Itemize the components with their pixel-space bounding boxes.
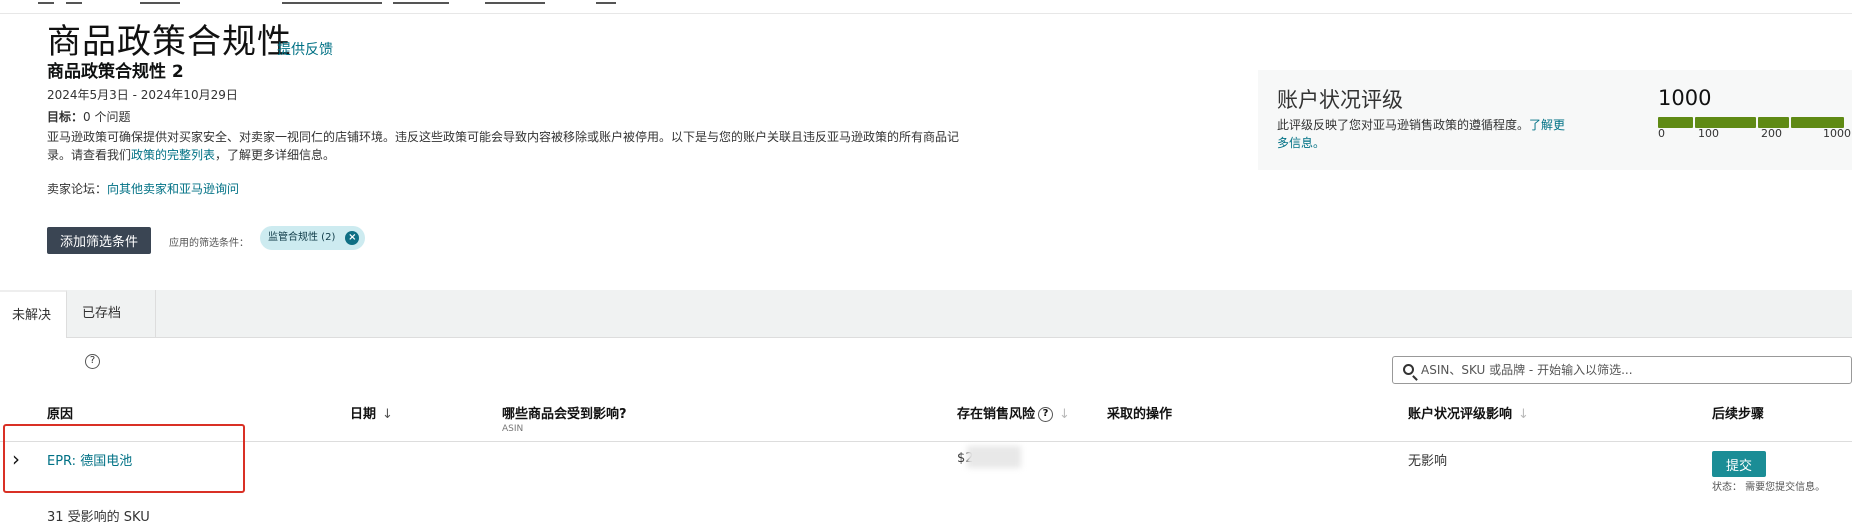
column-next-steps: 后续步骤 bbox=[1712, 407, 1765, 422]
target-line: 目标：0 个问题 bbox=[47, 108, 130, 125]
row-status: 状态： 需要您提交信息。 bbox=[1712, 482, 1826, 493]
help-icon[interactable]: ? bbox=[1038, 407, 1054, 422]
column-date-label: 日期 bbox=[350, 407, 377, 422]
column-reason: 原因 bbox=[47, 407, 74, 422]
highlight-box bbox=[3, 424, 245, 493]
tab-unresolved[interactable]: 未解决 bbox=[0, 290, 67, 338]
affected-sku-count: 31 受影响的 SKU bbox=[47, 510, 150, 525]
seller-forum: 卖家论坛：向其他卖家和亚马逊询问 bbox=[47, 180, 239, 197]
forum-link[interactable]: 向其他卖家和亚马逊询问 bbox=[107, 182, 239, 196]
column-impact-label: 账户状况评级影响 bbox=[1408, 407, 1513, 422]
tick-label: 200 bbox=[1761, 127, 1782, 140]
nav-item-cut[interactable] bbox=[38, 0, 54, 4]
close-icon[interactable]: × bbox=[345, 231, 360, 245]
search-icon bbox=[1403, 364, 1414, 375]
tab-bar: 未解决 已存档 ? bbox=[0, 290, 1852, 369]
sort-down-icon[interactable]: ↓ bbox=[1059, 407, 1070, 422]
add-filter-button[interactable]: 添加筛选条件 bbox=[47, 227, 151, 254]
filter-chip[interactable]: 监管合规性 (2) × bbox=[260, 226, 366, 250]
column-date[interactable]: 日期 ↓ bbox=[350, 403, 393, 422]
column-risk[interactable]: 存在销售风险? ↓ bbox=[957, 403, 1070, 422]
column-products-sub: ASIN bbox=[502, 424, 524, 434]
column-products: 哪些商品会受到影响? ASIN bbox=[502, 403, 627, 434]
nav-item-cut[interactable] bbox=[140, 0, 180, 4]
tick-label: 100 bbox=[1698, 127, 1719, 140]
date-range: 2024年5月3日 - 2024年10月29日 bbox=[47, 88, 238, 102]
score-ticks: 0 100 200 1000 bbox=[1658, 127, 1852, 141]
health-description: 此评级反映了您对亚马逊销售政策的遵循程度。了解更多信息。 bbox=[1277, 116, 1567, 152]
redacted-amount bbox=[967, 446, 1021, 468]
column-impact[interactable]: 账户状况评级影响 ↓ bbox=[1408, 403, 1529, 422]
help-icon[interactable]: ? bbox=[85, 354, 100, 369]
applied-filters-label: 应用的筛选条件： bbox=[169, 238, 249, 249]
submit-button[interactable]: 提交 bbox=[1712, 451, 1766, 477]
target-value: 0 个问题 bbox=[83, 110, 131, 124]
page-subtitle: 商品政策合规性 2 bbox=[47, 62, 184, 82]
nav-item-cut[interactable] bbox=[66, 0, 82, 4]
column-products-label: 哪些商品会受到影响? bbox=[502, 407, 627, 422]
health-description-text: 此评级反映了您对亚马逊销售政策的遵循程度。 bbox=[1277, 118, 1530, 132]
tab-archived[interactable]: 已存档 ? bbox=[70, 290, 156, 369]
target-label: 目标： bbox=[47, 110, 84, 124]
impact-value: 无影响 bbox=[1408, 454, 1448, 469]
tab-archived-label: 已存档 bbox=[82, 306, 122, 321]
column-risk-label: 存在销售风险 bbox=[957, 407, 1036, 422]
search-box[interactable] bbox=[1392, 356, 1852, 384]
feedback-link[interactable]: 提供反馈 bbox=[277, 39, 333, 59]
search-input[interactable] bbox=[1421, 357, 1841, 383]
sort-down-icon[interactable]: ↓ bbox=[1518, 407, 1529, 422]
nav-item-cut[interactable] bbox=[485, 0, 545, 4]
account-health-panel: 账户状况评级 此评级反映了您对亚马逊销售政策的遵循程度。了解更多信息。 1000… bbox=[1258, 70, 1852, 170]
description-end: ，了解更多详细信息。 bbox=[215, 148, 336, 162]
tick-label: 1000 bbox=[1823, 127, 1851, 140]
sort-down-icon[interactable]: ↓ bbox=[382, 407, 393, 422]
table-header-divider bbox=[0, 441, 1852, 442]
policy-list-link[interactable]: 政策的完整列表 bbox=[131, 148, 215, 162]
nav-item-cut[interactable] bbox=[282, 0, 382, 4]
nav-item-cut[interactable] bbox=[596, 0, 616, 4]
filter-chip-label: 监管合规性 (2) bbox=[268, 232, 336, 243]
forum-label: 卖家论坛： bbox=[47, 182, 108, 196]
nav-item-cut[interactable] bbox=[393, 0, 449, 4]
top-navigation-bar bbox=[0, 0, 1852, 14]
health-score: 1000 bbox=[1658, 86, 1712, 110]
column-action: 采取的操作 bbox=[1107, 407, 1173, 422]
policy-description: 亚马逊政策可确保提供对买家安全、对卖家一视同仁的店铺环境。违反这些政策可能会导致… bbox=[47, 128, 967, 164]
tick-label: 0 bbox=[1658, 127, 1665, 140]
health-title: 账户状况评级 bbox=[1277, 88, 1403, 112]
